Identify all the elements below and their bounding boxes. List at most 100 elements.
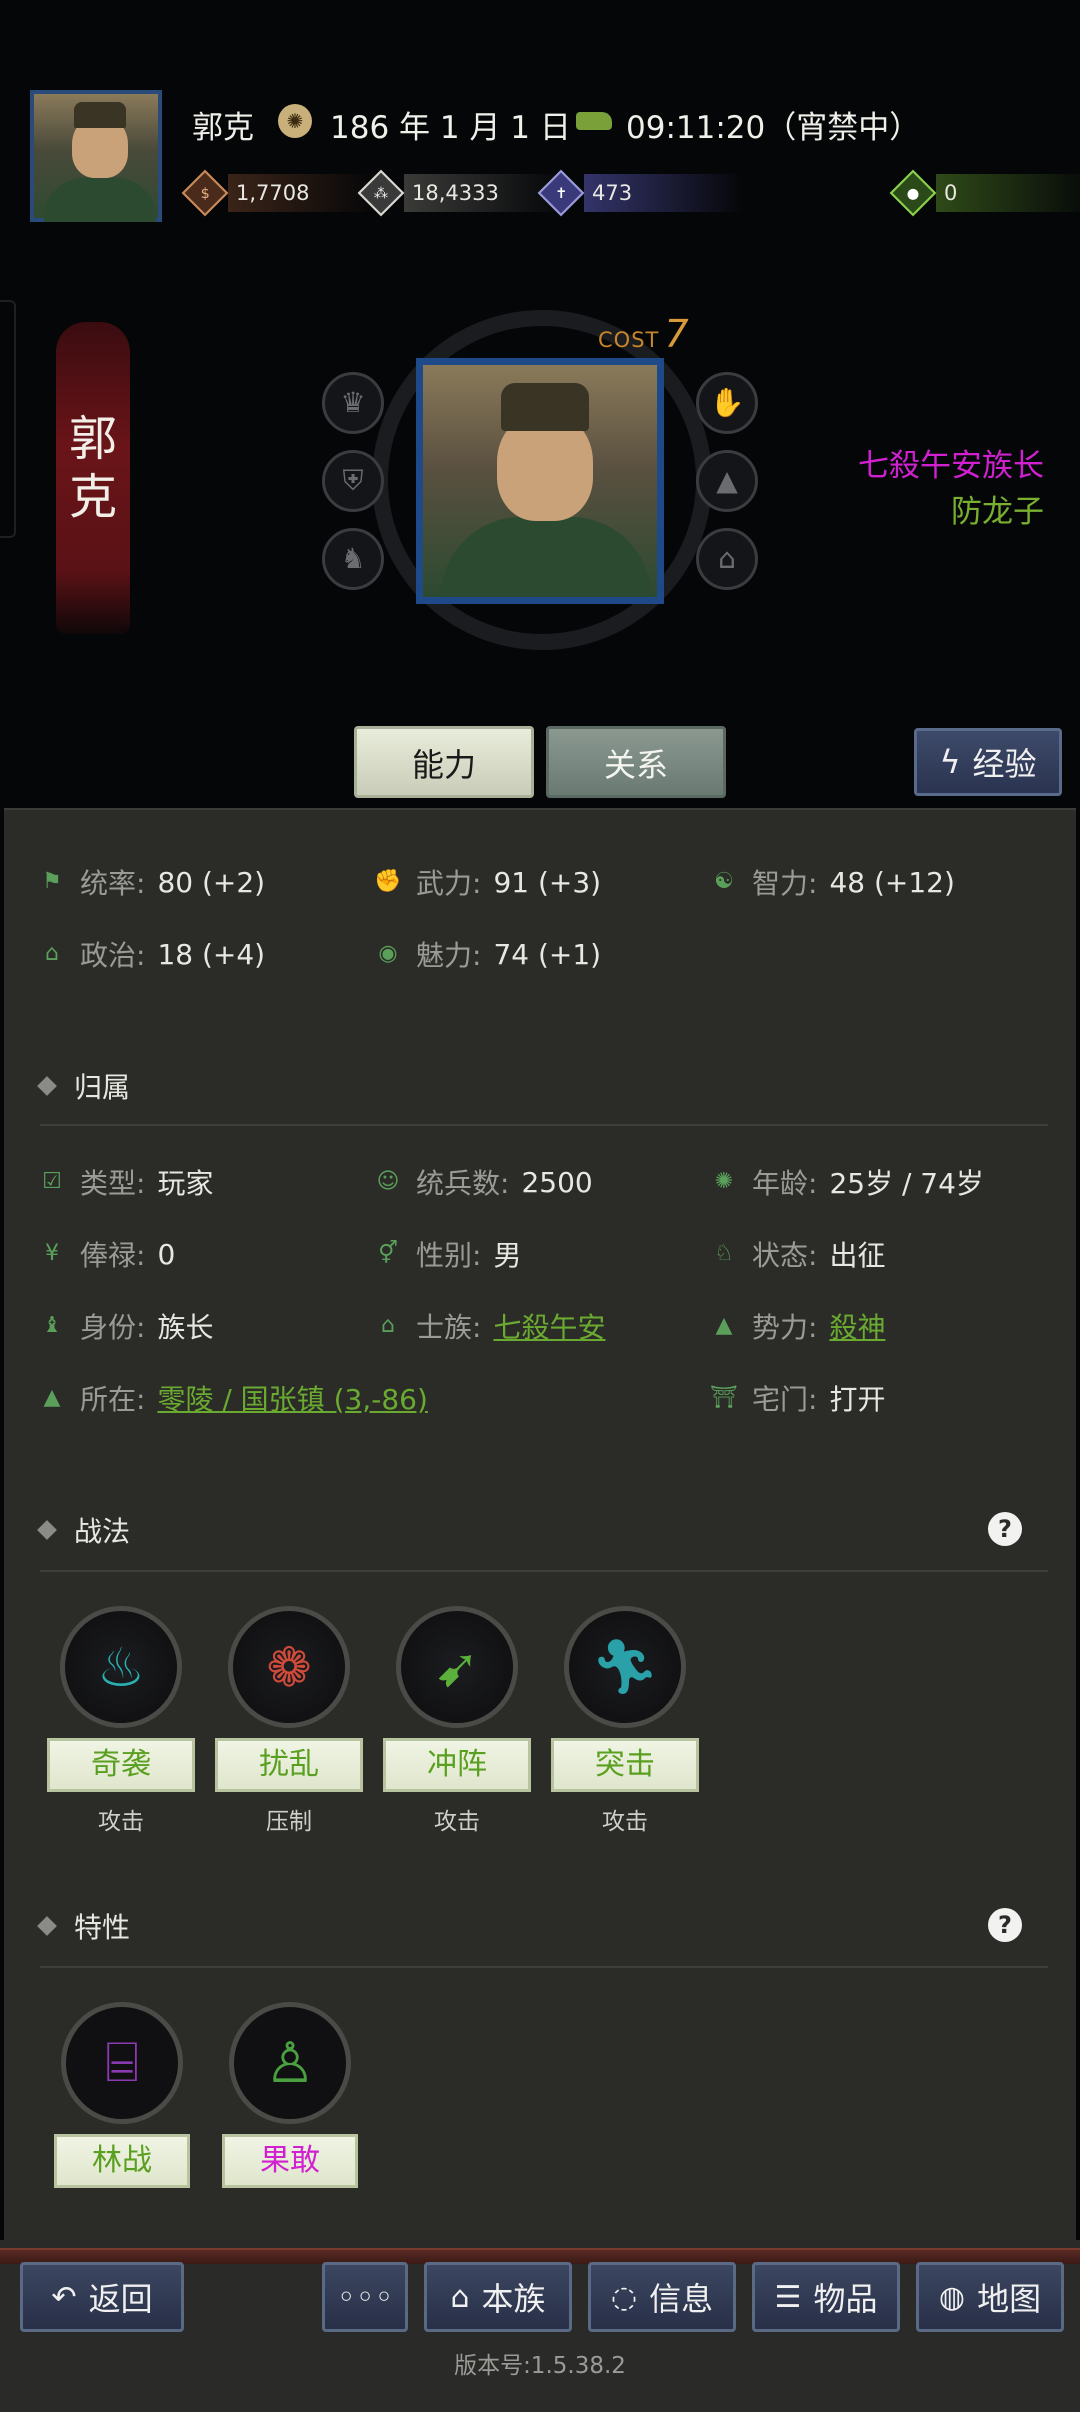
player-name: 郭克 bbox=[192, 110, 254, 146]
info-troops: ☺ 统兵数: 2500 bbox=[374, 1162, 593, 1202]
return-arrow-icon: ↶ bbox=[51, 2279, 77, 2315]
info-label: 士族: bbox=[416, 1311, 482, 1344]
soldier-resource[interactable]: ✝ 473 bbox=[537, 169, 744, 217]
tactics-help-icon[interactable]: ? bbox=[988, 1512, 1022, 1546]
coin-value: 1,7708 bbox=[228, 174, 378, 212]
items-button[interactable]: ☰ 物品 bbox=[752, 2262, 900, 2332]
brain-icon: ☯ bbox=[714, 869, 734, 894]
horse-clock-icon bbox=[576, 112, 612, 130]
info-label: 所在: bbox=[80, 1383, 146, 1416]
info-label: 性别: bbox=[416, 1239, 482, 1272]
section-title: 战法 bbox=[74, 1515, 131, 1548]
stat-force: ✊ 武力: 91 (+3) bbox=[374, 862, 601, 902]
player-avatar[interactable] bbox=[30, 90, 162, 222]
trait-item[interactable]: ♙ 果敢 bbox=[220, 2002, 360, 2188]
experience-button[interactable]: ϟ 经验 bbox=[914, 728, 1062, 796]
scholar-cap-slot-icon[interactable]: ⌂ bbox=[696, 528, 758, 590]
side-drawer-handle[interactable] bbox=[0, 300, 16, 538]
lightning-icon: ϟ bbox=[939, 743, 961, 781]
divider bbox=[40, 1570, 1048, 1572]
calendar-icon: ✺ bbox=[278, 104, 312, 138]
character-portrait[interactable] bbox=[416, 358, 664, 604]
section-title: 特性 bbox=[74, 1911, 131, 1944]
tactic-item[interactable]: ♨ 奇袭 攻击 bbox=[46, 1606, 196, 1836]
info-value: 族长 bbox=[157, 1311, 214, 1344]
stat-label: 智力: bbox=[752, 867, 818, 900]
strongman-icon: ♙ bbox=[229, 2002, 351, 2124]
soldier-icon: ✝ bbox=[537, 169, 585, 217]
tactic-type: 攻击 bbox=[98, 1809, 144, 1835]
money-bag-icon: ● bbox=[889, 169, 937, 217]
clan-link[interactable]: 七殺午安 bbox=[493, 1306, 605, 1346]
crown-slot-icon[interactable]: ♛ bbox=[322, 372, 384, 434]
faction-link[interactable]: 殺神 bbox=[829, 1306, 885, 1346]
info-value: 男 bbox=[493, 1239, 522, 1272]
back-label: 返回 bbox=[88, 2280, 153, 2318]
back-button[interactable]: ↶ 返回 bbox=[20, 2262, 184, 2332]
section-title: 归属 bbox=[74, 1071, 131, 1104]
info-status: ♘ 状态: 出征 bbox=[710, 1234, 885, 1274]
clan-button[interactable]: ⌂ 本族 bbox=[424, 2262, 572, 2332]
game-time: 09:11:20（宵禁中） bbox=[626, 110, 921, 146]
portrait-cloak bbox=[441, 517, 651, 597]
age-icon: ✺ bbox=[714, 1169, 734, 1194]
divider bbox=[40, 1124, 1048, 1126]
tactic-type: 压制 bbox=[266, 1809, 312, 1835]
stat-label: 武力: bbox=[416, 867, 482, 900]
traits-help-icon[interactable]: ? bbox=[988, 1908, 1022, 1942]
bag-resource[interactable]: ● 0 bbox=[889, 169, 1080, 217]
info-age: ✺ 年龄: 25岁 / 74岁 bbox=[710, 1162, 984, 1202]
mountain-icon: ▲ bbox=[715, 1313, 733, 1338]
info-faction: ▲ 势力: 殺神 bbox=[710, 1306, 886, 1346]
forest-icon: ⌸ bbox=[61, 2002, 183, 2124]
grain-resource[interactable]: ⁂ 18,4333 bbox=[357, 169, 564, 217]
coin-resource[interactable]: $ 1,7708 bbox=[181, 169, 378, 217]
more-dots-icon: ◦◦◦ bbox=[336, 2278, 394, 2316]
mount-slot-icon[interactable]: ♞ bbox=[322, 528, 384, 590]
cost-label: COST bbox=[598, 328, 660, 352]
stat-charm: ◉ 魅力: 74 (+1) bbox=[374, 934, 601, 974]
bag-value: 0 bbox=[936, 174, 1080, 212]
trait-name: 果敢 bbox=[222, 2134, 358, 2188]
info-label: 身份: bbox=[80, 1311, 146, 1344]
march-icon: ♘ bbox=[714, 1241, 734, 1266]
hand-slot-icon[interactable]: ✋ bbox=[696, 372, 758, 434]
helmet-slot-icon[interactable]: ⛨ bbox=[322, 450, 384, 512]
info-label: 俸禄: bbox=[80, 1239, 146, 1272]
stat-value: 18 (+4) bbox=[157, 937, 266, 971]
tab-relation[interactable]: 关系 bbox=[546, 726, 726, 798]
info-salary: ¥ 俸禄: 0 bbox=[38, 1234, 175, 1274]
info-label: 类型: bbox=[80, 1167, 146, 1200]
map-button[interactable]: ◍ 地图 bbox=[916, 2262, 1064, 2332]
person-icon: ☺ bbox=[376, 1169, 400, 1194]
tactic-item[interactable]: 🏃︎ 突击 攻击 bbox=[550, 1606, 700, 1836]
soldier-value: 473 bbox=[584, 174, 744, 212]
tactic-type: 攻击 bbox=[602, 1809, 648, 1835]
tab-ability[interactable]: 能力 bbox=[354, 726, 534, 798]
info-location: ▲ 所在: 零陵 / 国张镇 (3,-86) bbox=[38, 1378, 428, 1418]
gate-icon: ⛩ bbox=[710, 1385, 738, 1410]
portrait-hat bbox=[501, 383, 589, 431]
hat-slot-icon[interactable]: ▲ bbox=[696, 450, 758, 512]
info-value: 打开 bbox=[829, 1383, 886, 1416]
location-link[interactable]: 零陵 / 国张镇 (3,-86) bbox=[157, 1378, 427, 1418]
stat-politics: ⌂ 政治: 18 (+4) bbox=[38, 934, 265, 974]
tactic-item[interactable]: ➹ 冲阵 攻击 bbox=[382, 1606, 532, 1836]
name-banner: 郭 克 bbox=[56, 322, 130, 634]
more-button[interactable]: ◦◦◦ bbox=[322, 2262, 408, 2332]
title-primary: 七殺午安族长 bbox=[858, 448, 1044, 484]
tactic-item[interactable]: ❁ 扰乱 压制 bbox=[214, 1606, 364, 1836]
stat-label: 魅力: bbox=[416, 939, 482, 972]
trait-item[interactable]: ⌸ 林战 bbox=[52, 2002, 192, 2188]
divider bbox=[40, 1966, 1048, 1968]
section-traits: 特性 bbox=[37, 1906, 131, 1946]
chat-bubble-icon: ◌ bbox=[610, 2279, 638, 2315]
section-tactics: 战法 bbox=[37, 1510, 131, 1550]
info-button[interactable]: ◌ 信息 bbox=[588, 2262, 736, 2332]
status-header: 郭克 ✺ 186 年 1 月 1 日 09:11:20（宵禁中） $ 1,770… bbox=[0, 0, 1080, 230]
eye-icon: ◉ bbox=[378, 941, 398, 966]
location-icon: ▲ bbox=[43, 1385, 61, 1410]
title-secondary: 防龙子 bbox=[951, 494, 1044, 530]
info-label: 信息 bbox=[649, 2280, 714, 2318]
info-label: 统兵数: bbox=[416, 1167, 510, 1200]
